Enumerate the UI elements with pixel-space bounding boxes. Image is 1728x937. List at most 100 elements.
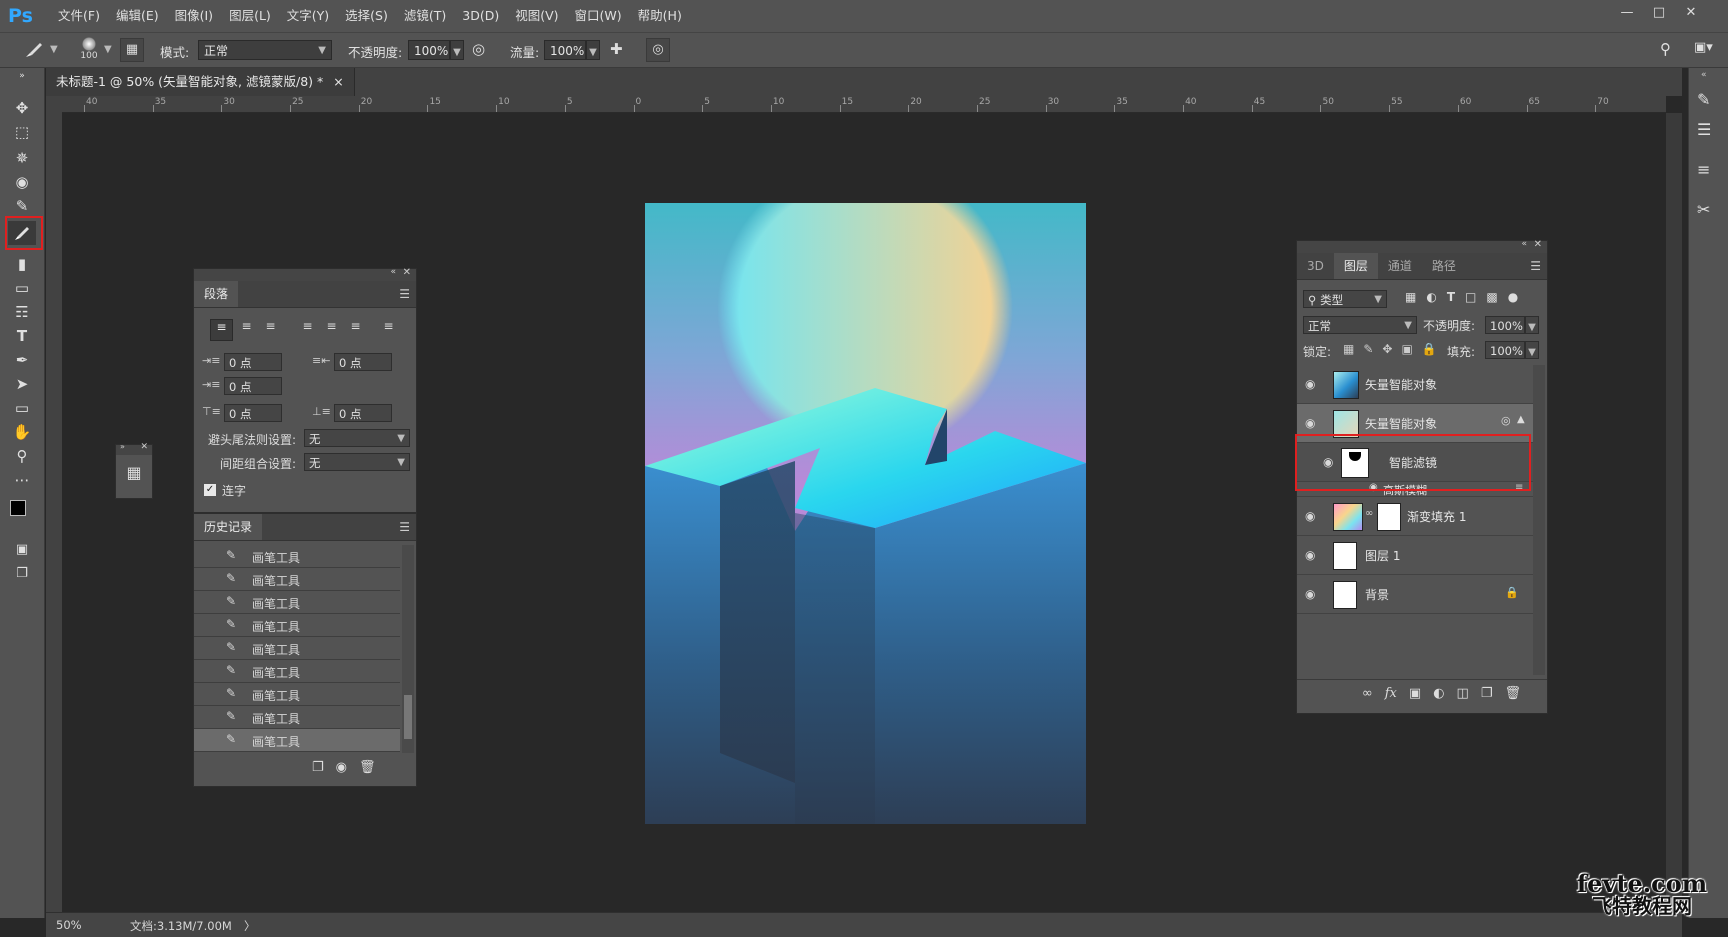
panel-menu-icon[interactable]: ☰ xyxy=(393,281,416,307)
history-item[interactable]: ✎ 画笔工具 xyxy=(194,614,400,637)
opacity-input[interactable]: 100% xyxy=(408,40,450,60)
folder-icon[interactable]: ◫ xyxy=(1457,686,1469,701)
filter-smart-object-icon[interactable]: ▩ xyxy=(1486,290,1497,304)
history-scrollbar[interactable] xyxy=(402,545,414,753)
tab-paths[interactable]: 路径 xyxy=(1422,253,1466,279)
adjustments-icon[interactable]: ☰ xyxy=(1697,120,1711,139)
more-tools-icon[interactable]: ⋯ xyxy=(8,468,36,492)
first-line-indent-field[interactable]: 0 点 xyxy=(224,377,282,395)
layer-row[interactable]: ◉ ∞ 渐变填充 1 xyxy=(1297,497,1533,536)
flow-slider-toggle[interactable]: ▼ xyxy=(586,40,600,60)
menu-image[interactable]: 图像(I) xyxy=(167,0,221,32)
rectangle-tool-icon[interactable]: ▭ xyxy=(8,396,36,420)
menu-edit[interactable]: 编辑(E) xyxy=(108,0,167,32)
tab-paragraph[interactable]: 段落 xyxy=(194,281,239,307)
document-tab[interactable]: 未标题-1 @ 50% (矢量智能对象, 滤镜蒙版/8) * × xyxy=(46,68,355,96)
glyphs-panel-icon[interactable]: ▦ xyxy=(116,463,152,482)
collapse-icon[interactable]: « xyxy=(1701,70,1707,80)
menu-file[interactable]: 文件(F) xyxy=(50,0,108,32)
pen-tool-icon[interactable]: ✒ xyxy=(8,348,36,372)
kinsoku-dropdown[interactable]: 无 ▼ xyxy=(304,429,410,447)
path-select-tool-icon[interactable]: ➤ xyxy=(8,372,36,396)
close-icon[interactable]: ✕ xyxy=(1534,239,1542,250)
lock-artboard-icon[interactable]: ▣ xyxy=(1401,342,1412,356)
layer-filter-dropdown[interactable]: ⚲ 类型 ▼ xyxy=(1303,290,1387,308)
tab-channels[interactable]: 通道 xyxy=(1378,253,1422,279)
menu-window[interactable]: 窗口(W) xyxy=(567,0,630,32)
blend-mode-dropdown[interactable]: 正常 ▼ xyxy=(1303,316,1417,334)
history-item[interactable]: ✎ 画笔工具 xyxy=(194,545,400,568)
mode-dropdown[interactable]: 正常 ▼ xyxy=(198,40,332,60)
opacity-slider-toggle[interactable]: ▼ xyxy=(450,40,464,60)
tab-history[interactable]: 历史记录 xyxy=(194,514,263,540)
align-left-icon[interactable]: ≡ xyxy=(210,319,233,341)
visibility-eye-icon[interactable]: ◉ xyxy=(1305,377,1315,391)
vertical-scrollbar[interactable] xyxy=(1666,113,1682,912)
fill-slider[interactable]: ▼ xyxy=(1525,341,1539,359)
document-info[interactable]: 文档:3.13M/7.00M xyxy=(130,918,232,934)
menu-3d[interactable]: 3D(D) xyxy=(454,0,507,32)
visibility-eye-icon[interactable]: ◉ xyxy=(1305,416,1315,430)
lock-all-icon[interactable]: 🔒 xyxy=(1422,342,1437,356)
maximize-icon[interactable]: □ xyxy=(1646,4,1672,22)
tab-layers[interactable]: 图层 xyxy=(1333,253,1378,279)
menu-select[interactable]: 选择(S) xyxy=(337,0,396,32)
layer-opacity-input[interactable]: 100% xyxy=(1485,316,1525,334)
align-right-icon[interactable]: ≡ xyxy=(260,319,281,339)
collapse-icon[interactable]: » xyxy=(8,70,36,82)
hand-tool-icon[interactable]: ✋ xyxy=(8,420,36,444)
minimize-icon[interactable]: — xyxy=(1614,4,1640,22)
layer-row[interactable]: ◉ 图层 1 xyxy=(1297,536,1533,575)
quick-select-tool-icon[interactable]: ◉ xyxy=(8,170,36,194)
filter-adjustment-icon[interactable]: ◐ xyxy=(1426,290,1436,304)
filter-toggle-icon[interactable]: ● xyxy=(1508,290,1518,304)
filter-shape-icon[interactable]: □ xyxy=(1465,290,1476,304)
justify-all-icon[interactable]: ≡ xyxy=(378,319,399,339)
tools-preset-icon[interactable]: ✂ xyxy=(1697,200,1710,219)
menu-view[interactable]: 视图(V) xyxy=(507,0,566,32)
space-before-field[interactable]: 0 点 xyxy=(224,404,282,422)
justify-center-icon[interactable]: ≡ xyxy=(321,319,342,339)
layer-opacity-slider[interactable]: ▼ xyxy=(1525,316,1539,334)
mojikumi-dropdown[interactable]: 无 ▼ xyxy=(304,453,410,471)
close-icon[interactable]: ✕ xyxy=(140,442,148,452)
foreground-color-swatch[interactable] xyxy=(10,500,26,516)
menu-type[interactable]: 文字(Y) xyxy=(279,0,337,32)
visibility-eye-icon[interactable]: ◉ xyxy=(1305,587,1315,601)
hyphenate-checkbox[interactable]: ✓ xyxy=(204,484,216,496)
brush-settings-icon[interactable]: ✎ xyxy=(1697,90,1710,109)
eraser-tool-icon[interactable]: ▭ xyxy=(8,276,36,300)
trash-icon[interactable]: 🗑 xyxy=(1504,686,1521,701)
brush-tool-icon[interactable] xyxy=(8,221,36,245)
history-item[interactable]: ✎ 画笔工具 xyxy=(194,683,400,706)
menu-filter[interactable]: 滤镜(T) xyxy=(396,0,454,32)
lock-transparency-icon[interactable]: ▦ xyxy=(1343,342,1354,356)
menu-help[interactable]: 帮助(H) xyxy=(630,0,690,32)
workspace-icon[interactable]: ▣▾ xyxy=(1694,40,1718,60)
airbrush-icon[interactable]: ✚ xyxy=(610,40,632,62)
panel-menu-icon[interactable]: ☰ xyxy=(1524,253,1547,279)
visibility-eye-icon[interactable]: ◉ xyxy=(1305,509,1315,523)
layer-row[interactable]: ◉ 背景 🔒 xyxy=(1297,575,1533,614)
status-arrow-icon[interactable]: 〉 xyxy=(244,918,256,934)
marquee-tool-icon[interactable]: ⬚ xyxy=(8,120,36,144)
expand-icon[interactable]: » xyxy=(120,442,125,451)
pressure-opacity-icon[interactable]: ◎ xyxy=(472,40,494,62)
lock-position-icon[interactable]: ✥ xyxy=(1382,342,1392,356)
menu-layer[interactable]: 图层(L) xyxy=(221,0,279,32)
smart-filter-icon[interactable]: ◎ xyxy=(1501,414,1511,427)
link-icon[interactable]: ∞ xyxy=(1365,508,1373,519)
adjustment-icon[interactable]: ◐ xyxy=(1433,686,1444,701)
close-icon[interactable]: ✕ xyxy=(403,267,411,278)
chevron-down-icon[interactable]: ▼ xyxy=(104,44,112,55)
collapse-icon[interactable]: « xyxy=(1521,239,1527,249)
history-item[interactable]: ✎ 画笔工具 xyxy=(194,591,400,614)
history-item[interactable]: ✎ 画笔工具 xyxy=(194,568,400,591)
indent-left-field[interactable]: 0 点 xyxy=(224,353,282,371)
close-icon[interactable]: ✕ xyxy=(1678,4,1704,22)
trash-icon[interactable]: 🗑 xyxy=(359,760,376,775)
layers-scrollbar[interactable] xyxy=(1533,365,1545,675)
snapshot-camera-icon[interactable]: ◉ xyxy=(336,760,347,775)
stamp-tool-icon[interactable]: ▮ xyxy=(8,252,36,276)
lasso-tool-icon[interactable]: ✵ xyxy=(8,146,36,170)
